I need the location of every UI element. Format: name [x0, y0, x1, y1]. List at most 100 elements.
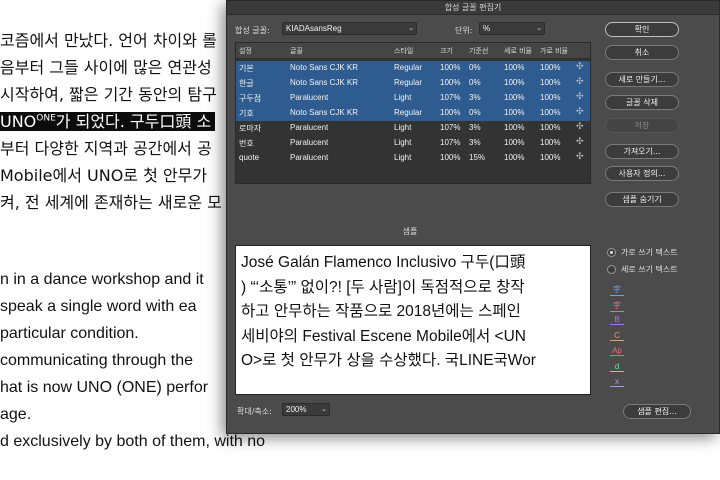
cell-baseline: 3% — [469, 138, 481, 147]
cell-setting: 로마자 — [239, 124, 262, 133]
cell-setting: 기호 — [239, 109, 254, 118]
cell-size: 100% — [440, 78, 461, 87]
move-icon[interactable]: ✣ — [576, 152, 584, 162]
table-row[interactable]: quote Paralucent Light 100% 15% 100% 100% ✣ — [236, 151, 590, 166]
cell-size: 107% — [440, 123, 461, 132]
table-row[interactable]: 한글 Noto Sans CJK KR Regular 100% 0% 100% 100% ✣ — [236, 76, 590, 91]
cell-baseline: 3% — [469, 123, 481, 132]
move-icon[interactable]: ✣ — [576, 122, 584, 132]
chevron-down-icon: ⌄ — [536, 25, 542, 32]
table-row[interactable]: 구두점 Paralucent Light 107% 3% 100% 100% ✣ — [236, 91, 590, 106]
cancel-button[interactable]: 취소 — [605, 45, 679, 60]
column-header[interactable]: 스타일 — [394, 46, 413, 56]
cell-font: Paralucent — [290, 93, 329, 102]
move-icon[interactable]: ✣ — [576, 107, 584, 117]
zoom-select[interactable]: 200% ⌄ — [282, 403, 330, 416]
highlighted-text: UNOONE가 되었다. 구두口頭 소 — [0, 112, 216, 131]
vertical-text-radio[interactable]: 세로 쓰기 텍스트 — [607, 264, 678, 275]
zoom-label: 확대/축소: — [237, 407, 272, 416]
table-row[interactable]: 기호 Noto Sans CJK KR Regular 100% 0% 100% 100% ✣ — [236, 106, 590, 121]
document-line: 코즘에서 만났다. 언어 차이와 롤 — [0, 31, 217, 50]
cell-style: Regular — [394, 78, 423, 87]
zoom-value: 200% — [286, 405, 307, 414]
horizontal-text-radio[interactable]: 가로 쓰기 텍스트 — [607, 247, 678, 258]
cell-style: Light — [394, 138, 412, 147]
sample-text-line: 하고 안무하는 작품으로 2018년에는 스페인 — [241, 303, 521, 320]
move-icon[interactable]: ✣ — [576, 92, 584, 102]
cell-style: Light — [394, 123, 412, 132]
x-height-icon[interactable]: x — [610, 377, 624, 387]
move-icon[interactable]: ✣ — [576, 62, 584, 72]
composite-font-select[interactable]: KIADAsansReg ⌄ — [282, 22, 417, 35]
edit-sample-button[interactable]: 샘플 편집... — [623, 404, 691, 419]
document-line: communicating through the — [0, 352, 193, 369]
cell-setting: 구두점 — [239, 94, 262, 103]
move-icon[interactable]: ✣ — [576, 137, 584, 147]
composite-font-editor-dialog: 합성 글꼴 편집기 합성 글꼴: KIADAsansReg ⌄ 단위: % ⌄ … — [226, 0, 720, 434]
save-button[interactable]: 저장 — [605, 118, 679, 133]
cell-baseline: 0% — [469, 63, 481, 72]
cell-style: Light — [394, 93, 412, 102]
cell-font: Noto Sans CJK KR — [290, 78, 359, 87]
composite-font-value: KIADAsansReg — [286, 24, 342, 33]
delete-font-button[interactable]: 글꼴 삭제 — [605, 95, 679, 110]
unit-value: % — [483, 24, 491, 33]
em-box-icon[interactable]: 字 — [610, 284, 624, 296]
cell-baseline: 15% — [469, 153, 486, 162]
sample-text-line: O>로 첫 안무가 상을 수상했다. 국LINE국Wor — [241, 352, 536, 369]
column-header[interactable]: 설정 — [239, 46, 252, 56]
cell-style: Regular — [394, 63, 423, 72]
cell-font: Noto Sans CJK KR — [290, 108, 359, 117]
document-line: UNOONE가 되었다. 구두口頭 소 — [0, 108, 216, 132]
highlighted-word: UNO — [0, 112, 37, 131]
chevron-down-icon: ⌄ — [321, 406, 327, 413]
ichf-box-icon[interactable]: 字 — [610, 300, 624, 312]
cell-size: 100% — [440, 153, 461, 162]
ok-button[interactable]: 확인 — [605, 22, 679, 37]
sample-label: 샘플 — [402, 227, 418, 236]
cell-font: Paralucent — [290, 138, 329, 147]
cell-vscale: 100% — [504, 93, 525, 102]
cell-hscale: 100% — [540, 93, 561, 102]
document-line: 시작하여, 짧은 기간 동안의 탐구 — [0, 85, 217, 104]
import-button[interactable]: 가져오기... — [605, 144, 679, 159]
column-header[interactable]: 기준선 — [469, 46, 488, 56]
radio-unselected-icon — [607, 265, 616, 274]
document-line: 부터 다양한 지역과 공간에서 공 — [0, 139, 212, 158]
sample-preview: José Galán Flamenco Inclusivo 구두(口頭) “‘소… — [235, 245, 591, 395]
document-line: d exclusively by both of them, with no — [0, 433, 266, 450]
ascender-icon[interactable]: Ap — [610, 346, 624, 356]
cell-font: Paralucent — [290, 123, 329, 132]
column-header[interactable]: 가로 비율 — [540, 46, 568, 56]
table-row[interactable]: 번호 Paralucent Light 107% 3% 100% 100% ✣ — [236, 136, 590, 151]
cell-hscale: 100% — [540, 63, 561, 72]
cell-setting: quote — [239, 153, 260, 162]
table-header: 설정 글꼴 스타일 크기 기준선 세로 비율 가로 비율 — [236, 43, 590, 59]
cell-size: 107% — [440, 138, 461, 147]
cap-height-icon[interactable]: C — [610, 331, 624, 341]
baseline-icon[interactable]: B — [610, 315, 624, 325]
table-row[interactable]: 기본 Noto Sans CJK KR Regular 100% 0% 100% 100% ✣ — [236, 61, 590, 76]
cell-vscale: 100% — [504, 78, 525, 87]
cell-hscale: 100% — [540, 108, 561, 117]
column-header[interactable]: 크기 — [440, 46, 453, 56]
document-line: particular condition. — [0, 325, 139, 342]
sample-text-line: ) “‘소통’” 없이?! [두 사람]이 독점적으로 창작 — [241, 278, 525, 296]
move-icon[interactable]: ✣ — [576, 77, 584, 87]
table-row[interactable]: 로마자 Paralucent Light 107% 3% 100% 100% ✣ — [236, 121, 590, 136]
hide-sample-button[interactable]: 샘플 숨기기 — [605, 192, 679, 207]
cell-vscale: 100% — [504, 63, 525, 72]
column-header[interactable]: 글꼴 — [290, 46, 303, 56]
cell-hscale: 100% — [540, 153, 561, 162]
cell-baseline: 0% — [469, 108, 481, 117]
superscript: ONE — [36, 113, 56, 124]
cell-font: Noto Sans CJK KR — [290, 63, 359, 72]
column-header[interactable]: 세로 비율 — [504, 46, 532, 56]
cell-vscale: 100% — [504, 138, 525, 147]
unit-select[interactable]: % ⌄ — [479, 22, 545, 35]
cell-hscale: 100% — [540, 138, 561, 147]
custom-button[interactable]: 사용자 정의... — [605, 166, 679, 181]
descender-icon[interactable]: d — [610, 362, 624, 372]
cell-hscale: 100% — [540, 78, 561, 87]
new-button[interactable]: 새로 만들기... — [605, 72, 679, 87]
